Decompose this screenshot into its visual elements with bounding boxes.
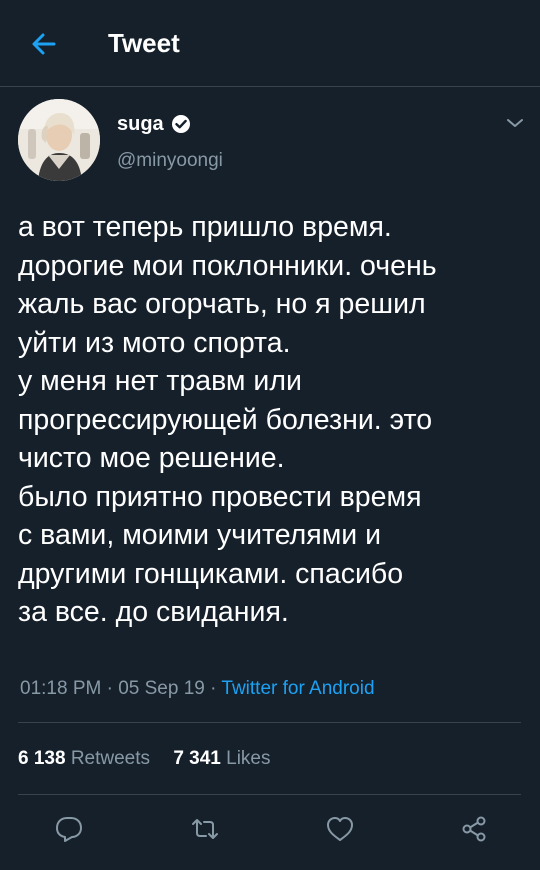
likes-stat[interactable]: 7 341 Likes: [173, 748, 270, 770]
reply-button[interactable]: [54, 814, 84, 844]
top-bar: Tweet: [0, 0, 540, 87]
reply-icon: [56, 817, 82, 842]
tweet-meta: 01:18 PM · 05 Sep 19 · Twitter for Andro…: [20, 678, 375, 700]
tweet-source-link[interactable]: Twitter for Android: [221, 678, 374, 699]
likes-count: 7 341: [173, 748, 221, 769]
meta-separator: ·: [210, 678, 217, 699]
share-button[interactable]: [459, 814, 489, 844]
tweet-time: 01:18 PM: [20, 678, 102, 699]
tweet-options-button[interactable]: [505, 116, 525, 130]
retweet-icon: [192, 819, 218, 839]
display-name: suga: [117, 113, 164, 135]
share-icon: [462, 816, 486, 842]
tweet-date: 05 Sep 19: [118, 678, 205, 699]
author-handle[interactable]: @minyoongi: [117, 150, 223, 172]
divider: [18, 794, 521, 795]
arrow-left-icon: [32, 33, 56, 55]
retweets-label: Retweets: [70, 748, 151, 769]
likes-label: Likes: [226, 748, 271, 769]
tweet-text: а вот теперь пришло время. дорогие мои п…: [18, 211, 437, 628]
tweet-detail-screen: Tweet suga @minyoongi а вот теперь пришл…: [0, 0, 540, 870]
like-icon: [327, 817, 353, 841]
meta-separator: ·: [106, 678, 113, 699]
verified-badge-icon: [171, 114, 191, 134]
retweet-button[interactable]: [190, 814, 220, 844]
chevron-down-icon: [507, 119, 523, 127]
avatar-image: [18, 99, 100, 181]
retweets-count: 6 138: [18, 748, 66, 769]
page-title: Tweet: [108, 28, 180, 58]
avatar[interactable]: [18, 99, 100, 181]
retweets-stat[interactable]: 6 138 Retweets: [18, 748, 150, 770]
like-button[interactable]: [325, 814, 355, 844]
author-name[interactable]: suga: [117, 112, 191, 136]
tweet-stats: 6 138 Retweets 7 341 Likes: [18, 748, 271, 770]
back-button[interactable]: [28, 28, 60, 60]
divider: [18, 722, 521, 723]
